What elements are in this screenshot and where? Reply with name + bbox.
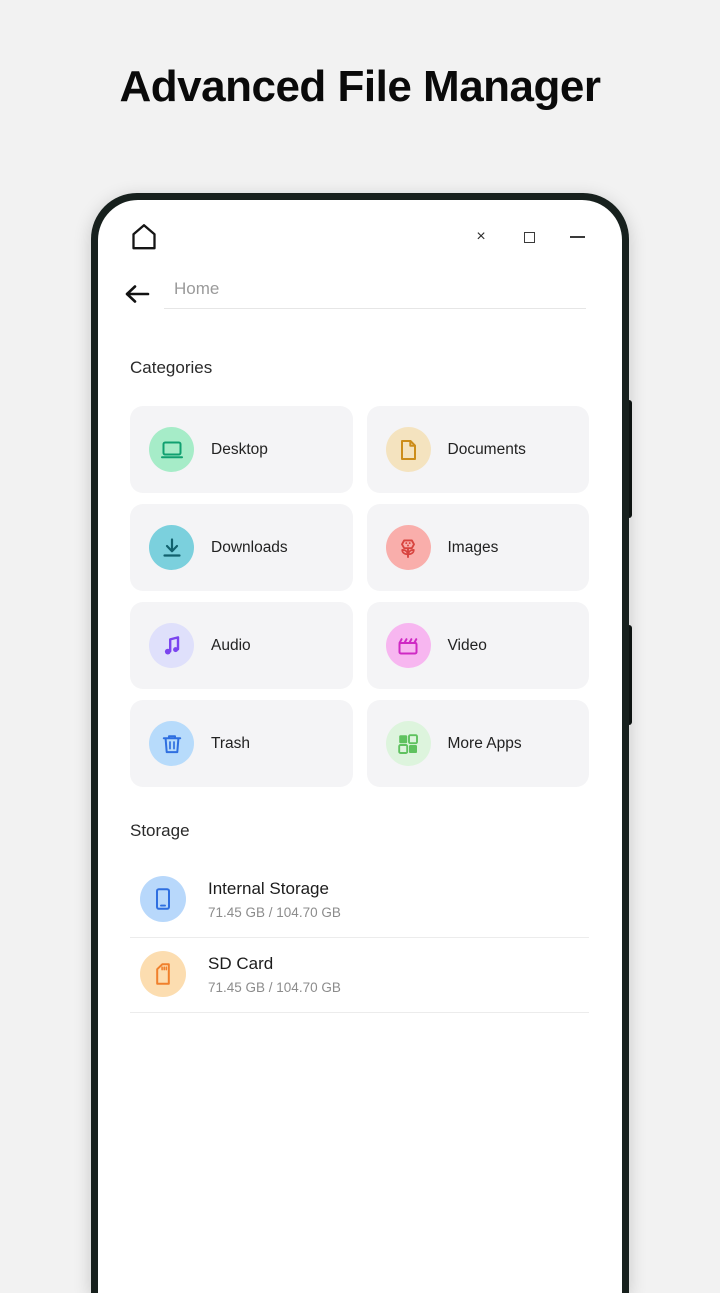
storage-list: Internal Storage 71.45 GB / 104.70 GB SD… [130,863,589,1013]
category-card-desktop[interactable]: Desktop [130,406,353,493]
category-label: More Apps [447,734,522,752]
close-icon[interactable]: × [470,226,492,248]
storage-usage: 71.45 GB / 104.70 GB [208,904,341,920]
category-label: Trash [211,734,251,752]
document-icon [385,427,431,472]
category-label: Images [447,538,499,556]
phone-screen: × Home Categories Desktop Documents Down… [98,200,622,1293]
clapperboard-icon [385,623,431,668]
storage-name: Internal Storage [208,879,329,899]
phone-device-frame: × Home Categories Desktop Documents Down… [91,193,629,1293]
grid-apps-icon [385,721,431,766]
storage-text: SD Card 71.45 GB / 104.70 GB [208,953,341,995]
monitor-icon [149,427,194,472]
flower-icon [385,525,431,570]
arrow-left-icon[interactable] [120,277,154,311]
category-card-more-apps[interactable]: More Apps [366,700,589,787]
storage-text: Internal Storage 71.45 GB / 104.70 GB [208,878,341,920]
music-note-icon [149,623,194,668]
category-card-trash[interactable]: Trash [130,700,353,787]
categories-grid: Desktop Documents Downloads Images Audio… [130,406,589,787]
path-bar: Home [98,268,622,320]
category-card-images[interactable]: Images [366,504,589,591]
category-label: Audio [211,636,251,654]
category-card-downloads[interactable]: Downloads [130,504,353,591]
sd-card-icon [140,951,186,997]
category-label: Downloads [211,538,288,556]
storage-section-title: Storage [130,821,190,840]
maximize-icon[interactable] [518,226,540,248]
category-card-audio[interactable]: Audio [130,602,353,689]
storage-usage: 71.45 GB / 104.70 GB [208,979,341,995]
smartphone-icon [140,876,186,922]
minimize-dash [569,236,585,238]
app-titlebar: × [98,200,622,268]
category-card-video[interactable]: Video [366,602,589,689]
maximize-square [523,231,535,243]
window-controls: × [470,226,592,248]
page-title: Advanced File Manager [119,62,601,111]
path-input[interactable]: Home [164,279,586,309]
storage-name: SD Card [208,954,274,974]
category-label: Documents [447,440,526,458]
categories-section-title: Categories [130,358,213,377]
category-card-documents[interactable]: Documents [366,406,589,493]
category-label: Video [447,636,487,654]
storage-row-sd-card[interactable]: SD Card 71.45 GB / 104.70 GB [130,938,589,1013]
home-icon[interactable] [129,222,159,252]
trash-icon [149,721,194,766]
download-icon [149,525,194,570]
storage-row-internal[interactable]: Internal Storage 71.45 GB / 104.70 GB [130,863,589,938]
category-label: Desktop [211,440,268,458]
path-value: Home [174,279,220,298]
minimize-icon[interactable] [566,226,588,248]
